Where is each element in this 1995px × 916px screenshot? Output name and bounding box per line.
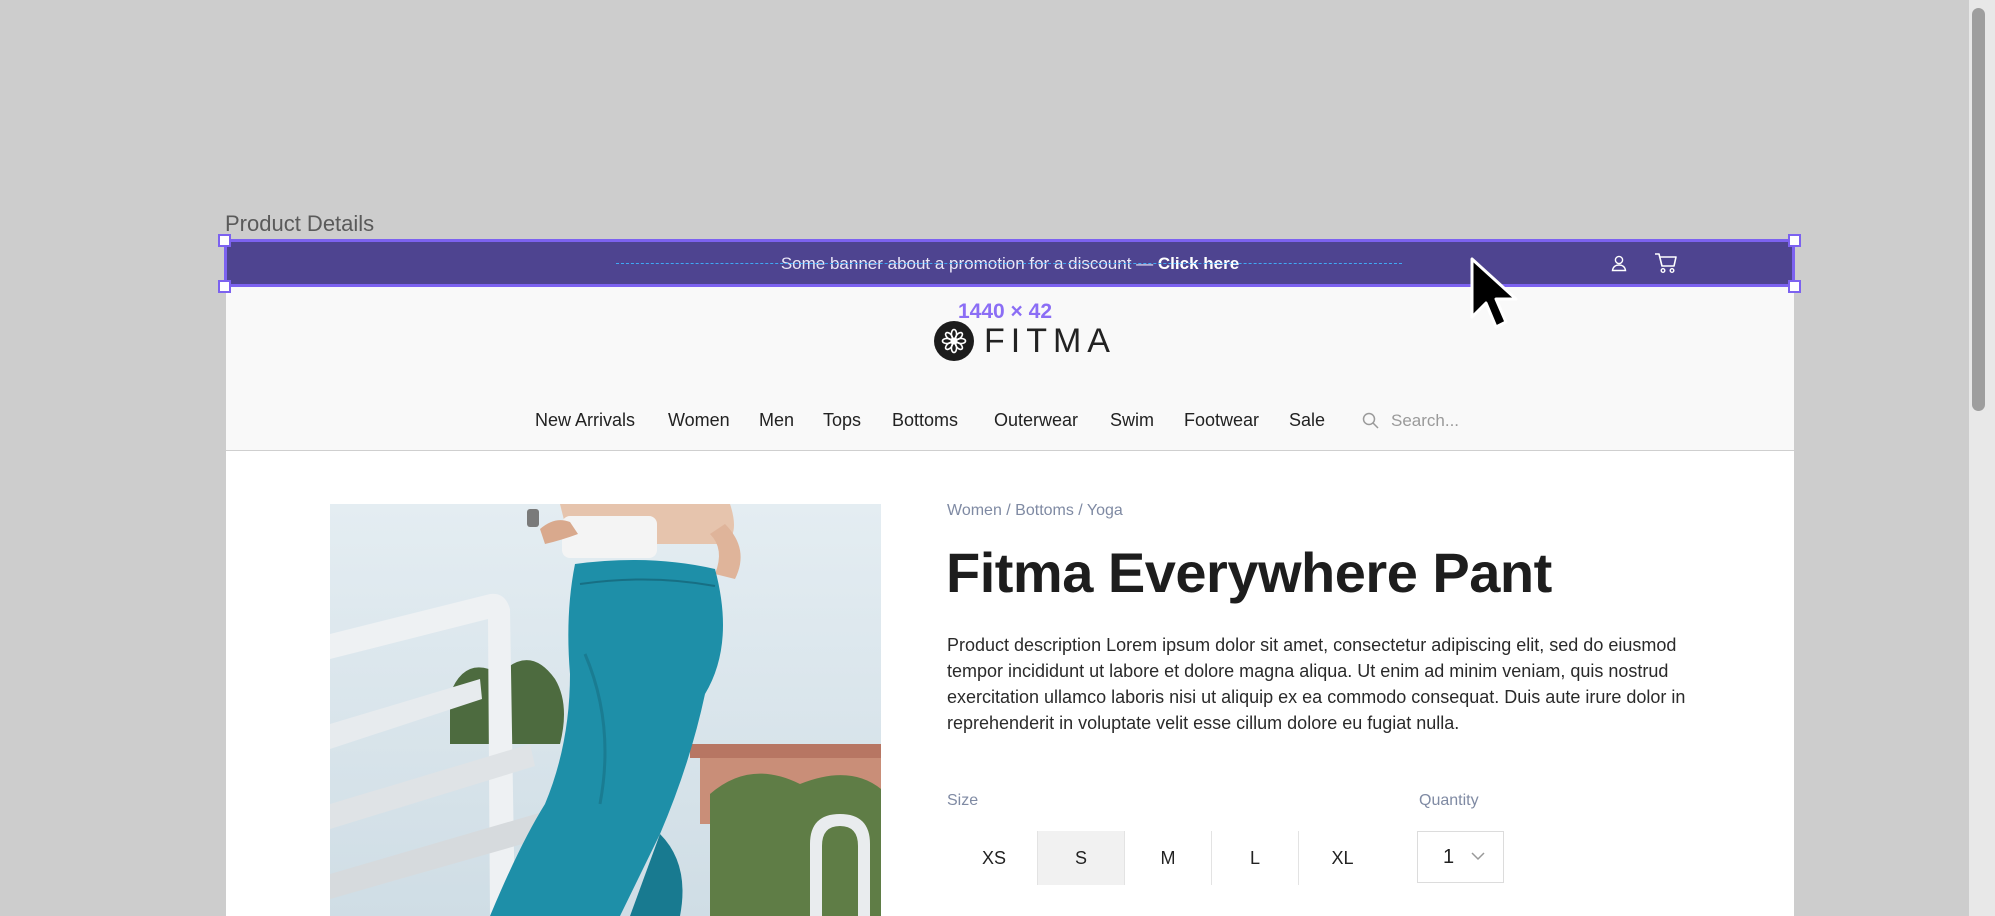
breadcrumb[interactable]: Women / Bottoms / Yoga	[947, 502, 1123, 520]
cursor-pointer-icon	[1470, 257, 1518, 329]
account-icon[interactable]	[1610, 254, 1628, 272]
product-title: Fitma Everywhere Pant	[946, 541, 1552, 604]
product-description: Product description Lorem ipsum dolor si…	[947, 635, 1686, 733]
dimension-label: 1440 × 42	[958, 300, 1053, 323]
resize-handle-bottom-left[interactable]	[218, 280, 231, 293]
nav-item-sale[interactable]: Sale	[1289, 410, 1325, 431]
size-option-xl[interactable]: XL	[1299, 831, 1386, 885]
scrollbar-thumb[interactable]	[1972, 8, 1985, 411]
measure-line-left	[616, 263, 1012, 264]
product-page-frame: Some banner about a promotion for a disc…	[226, 240, 1794, 916]
search-input[interactable]	[1391, 406, 1511, 436]
nav-item-outerwear[interactable]: Outerwear	[994, 410, 1078, 431]
nav-item-new-arrivals[interactable]: New Arrivals	[535, 410, 635, 431]
search-icon[interactable]	[1361, 411, 1381, 431]
size-option-l[interactable]: L	[1212, 831, 1299, 885]
main-nav: New Arrivals Women Men Tops Bottoms Oute…	[226, 410, 1794, 436]
resize-handle-top-right[interactable]	[1788, 234, 1801, 247]
logo[interactable]: FITMA	[934, 320, 1116, 362]
measure-line-right	[1018, 263, 1402, 264]
nav-item-men[interactable]: Men	[759, 410, 794, 431]
cart-icon[interactable]	[1654, 252, 1678, 274]
logo-text: FITMA	[984, 321, 1116, 360]
resize-handle-bottom-right[interactable]	[1788, 280, 1801, 293]
frame-title[interactable]: Product Details	[225, 211, 374, 237]
size-selector: XS S M L XL	[951, 831, 1386, 885]
logo-flower-icon	[934, 321, 974, 361]
product-image	[330, 504, 881, 916]
nav-item-swim[interactable]: Swim	[1110, 410, 1154, 431]
nav-item-footwear[interactable]: Footwear	[1184, 410, 1259, 431]
chevron-down-icon	[1471, 852, 1485, 861]
banner-text: Some banner about a promotion for a disc…	[226, 254, 1794, 274]
size-option-m[interactable]: M	[1125, 831, 1212, 885]
size-label: Size	[947, 792, 979, 809]
quantity-select[interactable]: 1	[1417, 831, 1504, 883]
nav-item-tops[interactable]: Tops	[823, 410, 861, 431]
size-option-xs[interactable]: XS	[951, 831, 1038, 885]
quantity-label: Quantity	[1419, 792, 1479, 809]
nav-item-women[interactable]: Women	[668, 410, 730, 431]
nav-item-bottoms[interactable]: Bottoms	[892, 410, 958, 431]
size-option-s[interactable]: S	[1038, 831, 1125, 885]
quantity-value: 1	[1443, 845, 1455, 868]
resize-handle-top-left[interactable]	[218, 234, 231, 247]
